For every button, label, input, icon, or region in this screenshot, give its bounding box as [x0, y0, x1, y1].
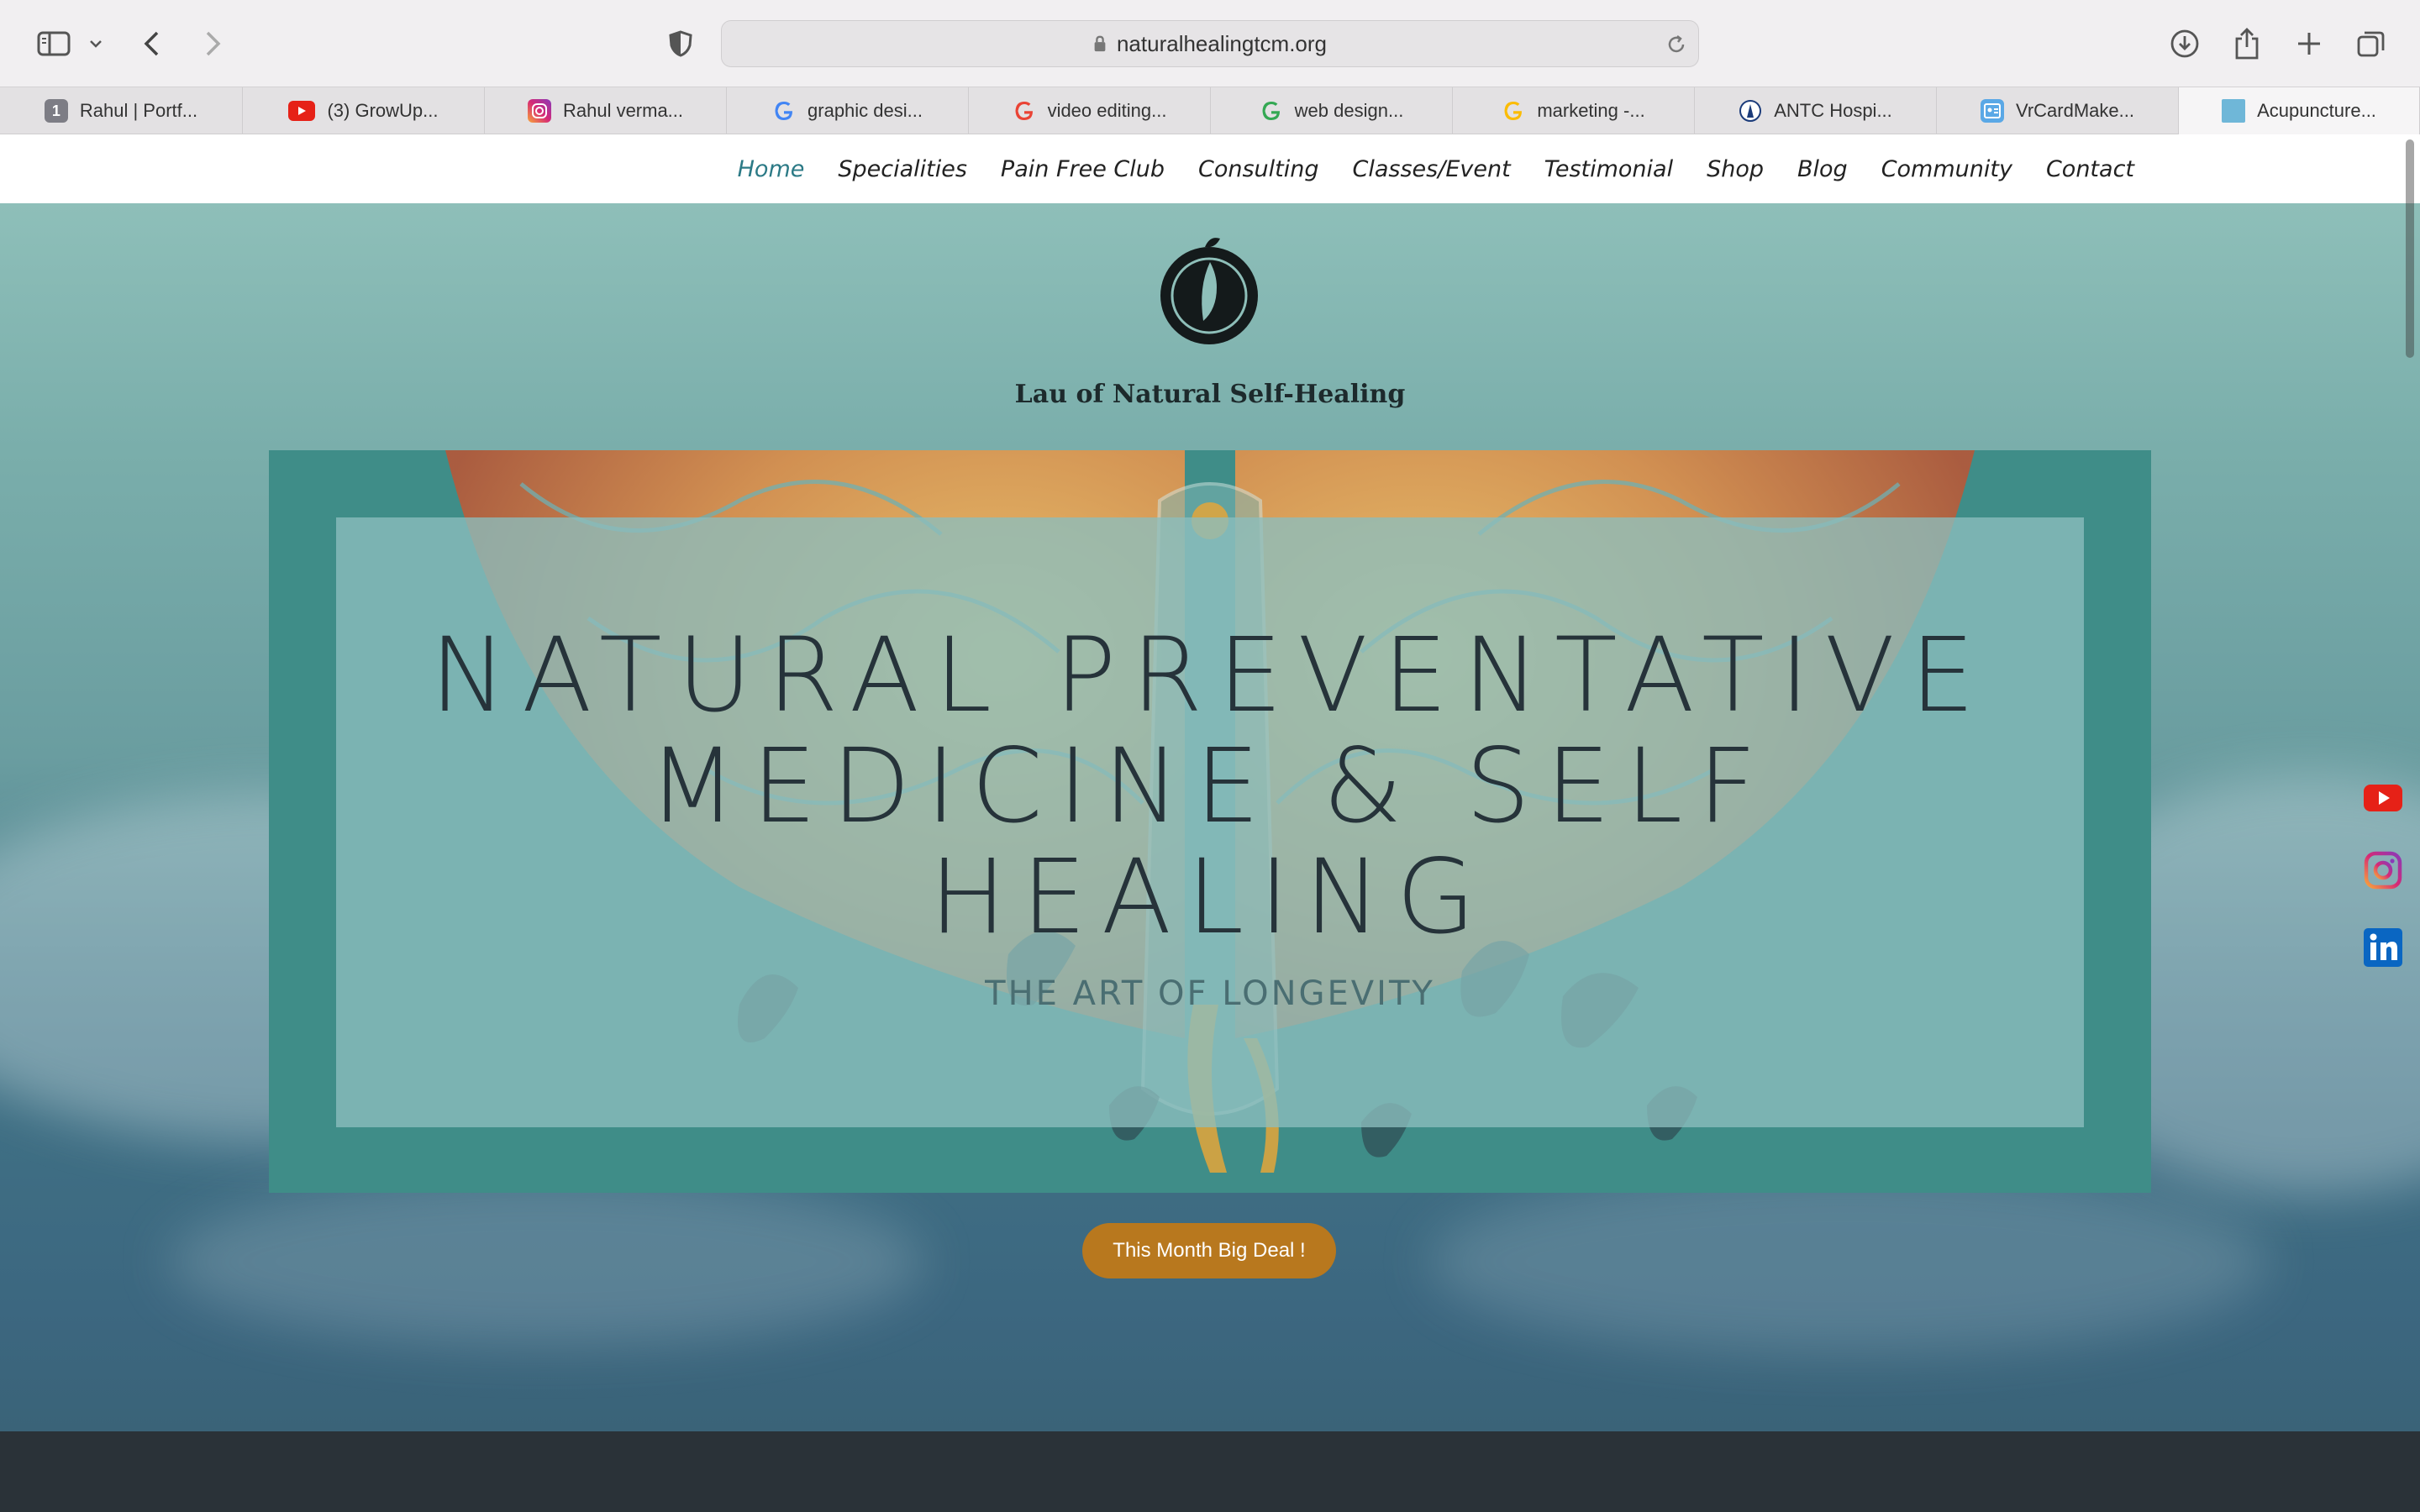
tab-label: marketing -... [1537, 100, 1645, 121]
browser-tab[interactable]: ANTC Hospi... [1695, 87, 1937, 134]
nav-testimonial[interactable]: Testimonial [1544, 156, 1673, 182]
privacy-shield-icon[interactable] [664, 18, 697, 69]
browser-tab[interactable]: video editing... [969, 87, 1211, 134]
nav-pain-free-club[interactable]: Pain Free Club [1001, 156, 1165, 182]
tab-label: Acupuncture... [2257, 100, 2376, 121]
tab-label: video editing... [1047, 100, 1167, 121]
site-favicon [2222, 99, 2246, 123]
browser-tab[interactable]: VrCardMake... [1937, 87, 2179, 134]
tab-label: Rahul verma... [562, 100, 684, 121]
youtube-icon[interactable] [2363, 778, 2403, 818]
browser-tab[interactable]: marketing -... [1453, 87, 1695, 134]
nav-shop[interactable]: Shop [1707, 156, 1764, 182]
chevron-down-icon[interactable] [84, 18, 108, 69]
google-icon [1260, 99, 1283, 123]
nav-home[interactable]: Home [738, 156, 805, 182]
browser-toolbar: naturalhealingtcm.org [0, 0, 2420, 87]
site-logo [1160, 238, 1258, 344]
big-deal-button[interactable]: This Month Big Deal ! [1082, 1223, 1336, 1278]
instagram-icon[interactable] [2363, 850, 2403, 890]
address-bar[interactable]: naturalhealingtcm.org [721, 20, 1699, 67]
footer-band [0, 1431, 2420, 1512]
tab-overview-icon[interactable] [2353, 18, 2390, 69]
url-text: naturalhealingtcm.org [1116, 30, 1328, 56]
tab-label: Rahul | Portf... [79, 100, 198, 121]
share-icon[interactable] [2228, 18, 2265, 69]
tab-label: ANTC Hospi... [1774, 100, 1892, 121]
browser-tab[interactable]: graphic desi... [727, 87, 969, 134]
scrollbar-thumb[interactable] [2406, 139, 2414, 358]
browser-tab[interactable]: (3) GrowUp... [243, 87, 485, 134]
google-icon [1502, 99, 1525, 123]
forward-icon[interactable] [197, 18, 230, 69]
logo-text: Lau of Natural Self-Healing [1014, 380, 1406, 409]
hero-section: Lau of Natural Self-Healing NATURAL PREV… [0, 203, 2420, 1431]
google-icon [1013, 99, 1036, 123]
page-scrollbar[interactable] [2403, 134, 2417, 1512]
youtube-icon [288, 101, 316, 121]
hero-subtitle: THE ART OF LONGEVITY [985, 974, 1435, 1013]
lock-icon [1094, 35, 1106, 52]
nav-blog[interactable]: Blog [1797, 156, 1848, 182]
browser-tab[interactable]: web design... [1211, 87, 1453, 134]
linkedin-icon[interactable] [2363, 927, 2403, 968]
browser-tab-active[interactable]: Acupuncture... [2179, 87, 2420, 134]
tab-label: (3) GrowUp... [327, 100, 439, 121]
antc-icon [1739, 99, 1762, 123]
sidebar-toggle-icon[interactable] [30, 18, 77, 69]
nav-specialities[interactable]: Specialities [838, 156, 967, 182]
nav-community[interactable]: Community [1881, 156, 2012, 182]
hero-text-panel: NATURAL PREVENTATIVE MEDICINE & SELF HEA… [336, 517, 2084, 1127]
nav-contact[interactable]: Contact [2046, 156, 2134, 182]
numbered-tab-icon: 1 [44, 99, 68, 123]
site-nav: Home Specialities Pain Free Club Consult… [0, 134, 2420, 203]
nav-classes-event[interactable]: Classes/Event [1353, 156, 1511, 182]
tab-strip: 1 Rahul | Portf... (3) GrowUp... Rahul v… [0, 87, 2420, 134]
tab-label: web design... [1294, 100, 1404, 121]
downloads-icon[interactable] [2166, 18, 2203, 69]
browser-tab[interactable]: Rahul verma... [485, 87, 727, 134]
background-cloud [1428, 1169, 2269, 1354]
tab-label: graphic desi... [808, 100, 923, 121]
browser-tab[interactable]: 1 Rahul | Portf... [0, 87, 243, 134]
background-cloud [168, 1178, 924, 1346]
google-icon [772, 99, 796, 123]
hero-frame: NATURAL PREVENTATIVE MEDICINE & SELF HEA… [269, 450, 2151, 1193]
reload-icon[interactable] [1666, 34, 1686, 55]
new-tab-icon[interactable] [2291, 18, 2328, 69]
back-icon[interactable] [134, 18, 168, 69]
nav-consulting[interactable]: Consulting [1198, 156, 1319, 182]
instagram-icon [527, 99, 551, 123]
tab-label: VrCardMake... [2015, 100, 2134, 121]
contact-card-icon [1980, 99, 2004, 123]
hero-headline: NATURAL PREVENTATIVE MEDICINE & SELF HEA… [429, 616, 1991, 957]
